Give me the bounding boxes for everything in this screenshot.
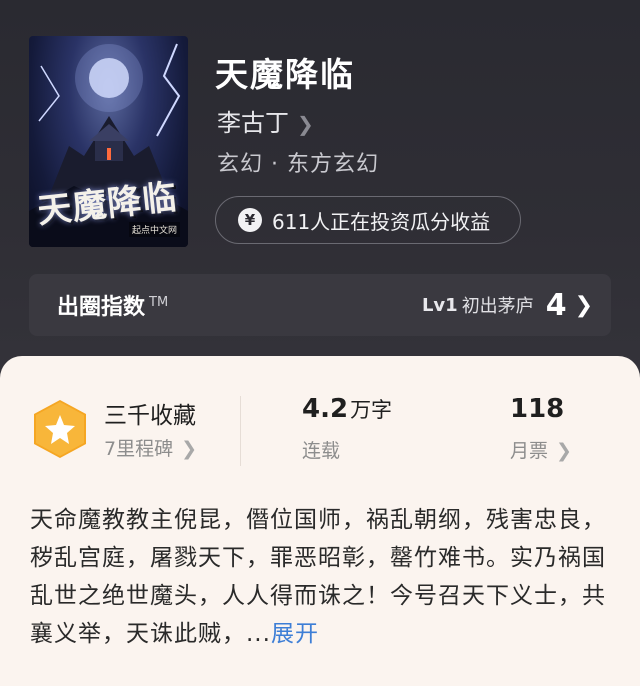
level-name: 初出茅庐 [461,296,534,317]
word-count-value: 4.2 [302,394,349,424]
index-value: 4 [545,287,567,323]
word-count-unit: 万字 [350,398,393,422]
serial-status: 连载 [302,440,341,462]
chevron-right-icon: ❯ [181,438,198,460]
invest-text: 611人正在投资瓜分收益 [272,209,491,234]
chevron-right-icon: ❯ [574,292,593,318]
milestone-link[interactable]: 7里程碑 ❯ [104,434,197,461]
popularity-index-bar[interactable]: 出圈指数 TM Lv1 初出茅庐 4 ❯ [29,274,611,336]
author-link[interactable]: 李古丁 ❯ [217,103,314,138]
favorites-title: 三千收藏 [104,403,196,429]
monthly-ticket-label: 月票 [510,440,549,462]
book-title: 天魔降临 [215,55,355,94]
book-header: 天魔降临 起点中文网 天魔降临 李古丁 ❯ 玄幻 · 东方玄幻 ¥ 611人正在投… [0,0,640,380]
word-count: 4.2万字 [302,394,392,424]
index-label: 出圈指数 TM [57,289,168,321]
trademark: TM [149,294,169,310]
index-title: 出圈指数 [57,295,146,320]
expand-link[interactable]: 展开 [271,621,319,647]
monthly-ticket-count: 118 [510,394,565,424]
chevron-right-icon: ❯ [297,112,314,136]
synopsis-ellipsis: ... [246,621,271,647]
author-name: 李古丁 [217,109,289,137]
index-level: Lv1 初出茅庐 4 ❯ [422,288,593,323]
book-info-card: 三千收藏 7里程碑 ❯ 4.2万字 连载 118 月票 ❯ 天命魔教教主倪昆，僭位国… [0,356,640,686]
publisher-logo: 起点中文网 [128,222,180,237]
genre-tags[interactable]: 玄幻 · 东方玄幻 [217,146,379,178]
milestone-text: 7里程碑 [104,438,174,460]
monthly-ticket-link[interactable]: 月票 ❯ [510,436,572,463]
star-badge-icon [34,400,86,458]
yen-icon: ¥ [238,208,262,232]
book-cover[interactable]: 天魔降临 起点中文网 [29,36,188,247]
level-badge: Lv1 [421,294,458,316]
chevron-right-icon: ❯ [556,440,572,462]
synopsis: 天命魔教教主倪昆，僭位国师，祸乱朝纲，残害忠良，秽乱宫庭，屠戮天下，罪恶昭彰，罄… [30,501,612,653]
stats-divider [240,396,241,466]
invest-button[interactable]: ¥ 611人正在投资瓜分收益 [215,196,521,244]
